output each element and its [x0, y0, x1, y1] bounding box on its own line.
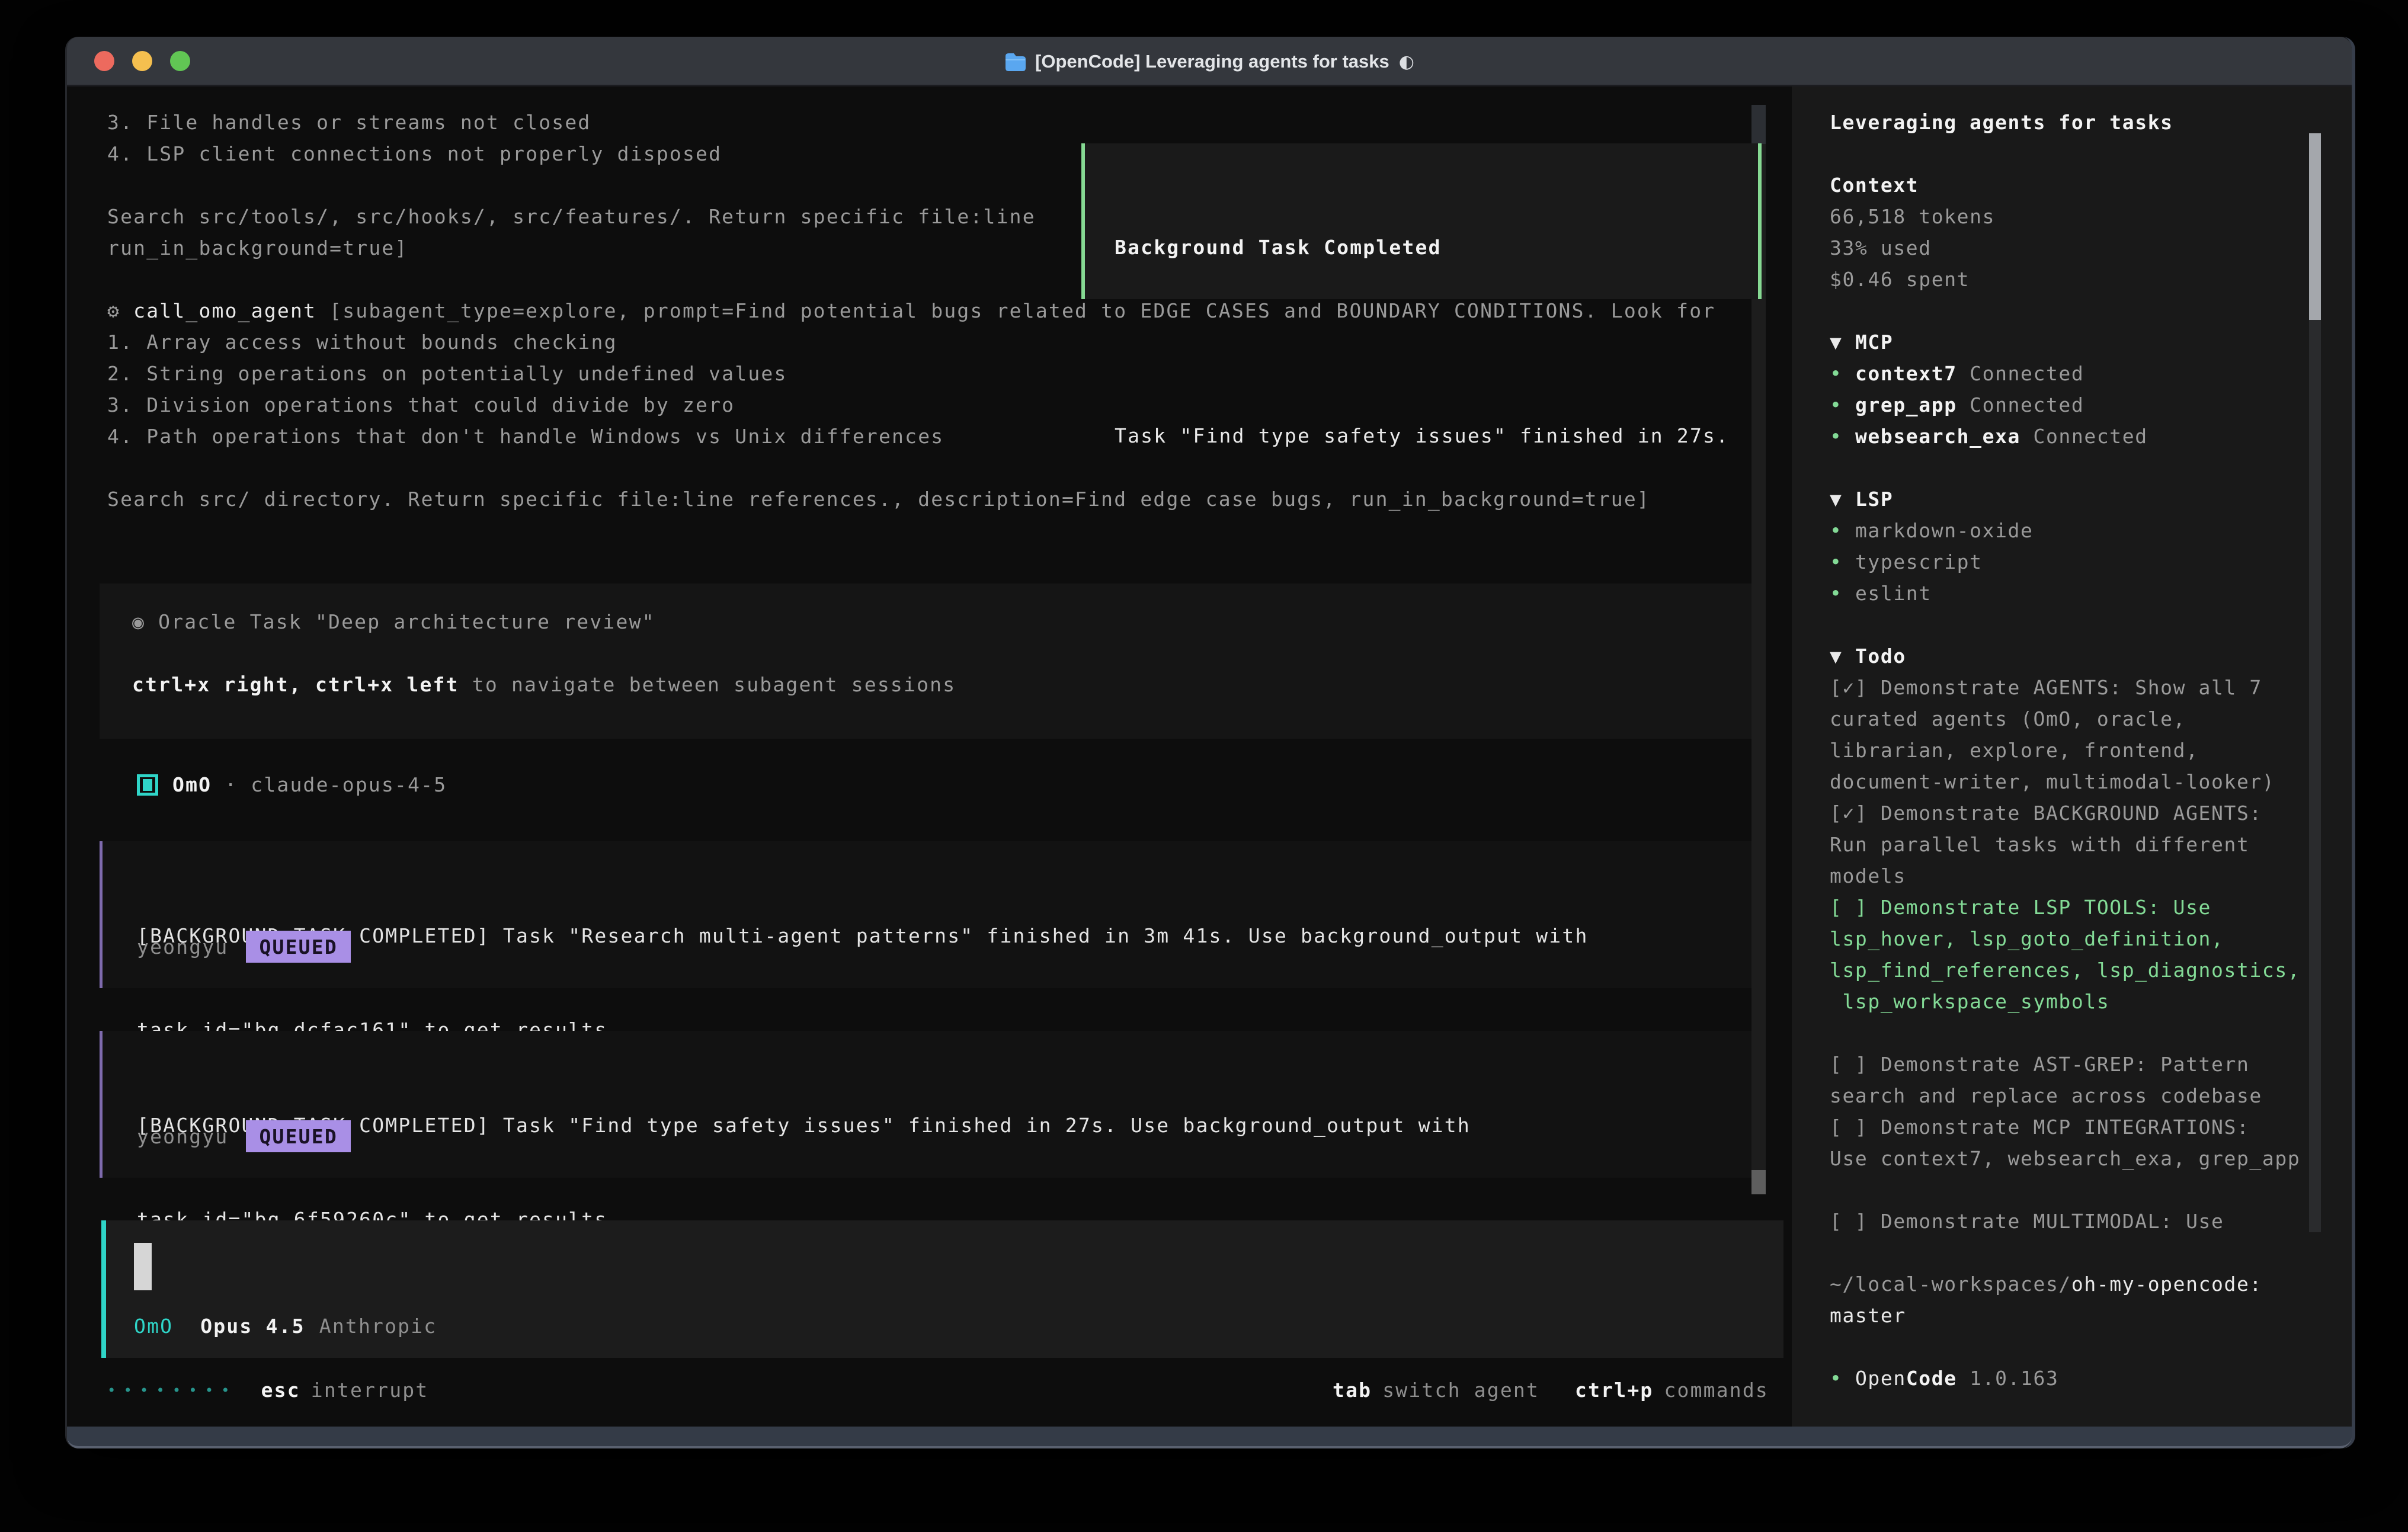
text-cursor [134, 1243, 152, 1290]
text-line: lsp_workspace_symbols [1830, 986, 2300, 1017]
text-line: Run parallel tasks with different [1830, 829, 2300, 860]
text-line: master [1830, 1300, 2300, 1331]
main-pane: 3. File handles or streams not closed4. … [67, 86, 1785, 1427]
text-line [1830, 138, 2300, 169]
text-line [1830, 295, 2300, 326]
text-line: • typescript [1830, 546, 2300, 578]
status-bar-right: tab switch agent ctrl+p commands [1333, 1379, 1769, 1402]
window-title: [OpenCode] Leveraging agents for tasks ◐ [67, 37, 2352, 86]
text-line: ~/local-workspaces/oh-my-opencode: [1830, 1268, 2300, 1300]
text-line [1830, 1331, 2300, 1363]
esc-key-label: interrupt [311, 1379, 429, 1402]
message-user: yeongyu [137, 1125, 228, 1148]
text-line: 33% used [1830, 232, 2300, 264]
background-task-notification: Background Task Completed Task "Find typ… [1081, 143, 1762, 299]
window-bottom-edge [67, 1427, 2352, 1448]
window-title-text: [OpenCode] Leveraging agents for tasks [1035, 51, 1389, 72]
spinner-dots: •••••••• [107, 1382, 238, 1399]
notification-title: Background Task Completed [1115, 232, 1729, 263]
input-model-provider: Anthropic [319, 1315, 437, 1338]
input-agent-name: OmO [134, 1315, 173, 1338]
queued-status-badge: QUEUED [246, 931, 350, 963]
tab-key-hint: tab [1333, 1379, 1372, 1402]
text-line [1830, 609, 2300, 640]
message-meta: yeongyu QUEUED [137, 1120, 351, 1153]
input-model-name: Opus 4.5 [200, 1315, 305, 1338]
text-line: lsp_find_references, lsp_diagnostics, [1830, 954, 2300, 986]
queued-status-badge: QUEUED [246, 1120, 350, 1152]
text-line: ◉ Oracle Task "Deep architecture review" [132, 606, 956, 637]
text-line [1830, 1174, 2300, 1206]
text-line: [ ] Demonstrate MULTIMODAL: Use [1830, 1206, 2300, 1237]
text-line: search and replace across codebase [1830, 1080, 2300, 1111]
ctrlp-key-label: commands [1664, 1379, 1769, 1402]
text-line: • websearch_exa Connected [1830, 421, 2300, 452]
sidebar: Leveraging agents for tasks Context66,51… [1792, 86, 2352, 1427]
text-line: [ ] Demonstrate LSP TOOLS: Use [1830, 892, 2300, 923]
text-line: 66,518 tokens [1830, 201, 2300, 232]
text-line: curated agents (OmO, oracle, [1830, 703, 2300, 735]
titlebar: [OpenCode] Leveraging agents for tasks ◐ [67, 37, 2352, 86]
text-line: Leveraging agents for tasks [1830, 107, 2300, 138]
main-scrollbar-top-segment[interactable] [1751, 105, 1766, 144]
text-line [1830, 1017, 2300, 1049]
text-line: lsp_hover, lsp_goto_definition, [1830, 923, 2300, 954]
oracle-task-text: ◉ Oracle Task "Deep architecture review"… [132, 606, 956, 700]
window-content: 3. File handles or streams not closed4. … [67, 86, 2352, 1427]
text-line [132, 637, 956, 669]
message-meta: yeongyu QUEUED [137, 930, 351, 963]
screenshot-root: [OpenCode] Leveraging agents for tasks ◐… [0, 0, 2408, 1532]
ctrlp-key-hint: ctrl+p [1575, 1379, 1653, 1402]
status-bar: •••••••• esc interrupt tab switch agent … [67, 1374, 1785, 1406]
text-line: document-writer, multimodal-looker) [1830, 766, 2300, 797]
text-line: Context [1830, 169, 2300, 201]
text-line: ctrl+x right, ctrl+x left to navigate be… [132, 669, 956, 700]
text-line: $0.46 spent [1830, 264, 2300, 295]
text-line: [ ] Demonstrate MCP INTEGRATIONS: [1830, 1111, 2300, 1143]
text-line [1830, 452, 2300, 483]
text-line [1830, 1237, 2300, 1268]
text-line: librarian, explore, frontend, [1830, 735, 2300, 766]
text-line: ▼ MCP [1830, 326, 2300, 358]
folder-icon [1004, 52, 1026, 71]
text-line: • context7 Connected [1830, 358, 2300, 389]
text-line: • markdown-oxide [1830, 515, 2300, 546]
esc-key-hint: esc [261, 1379, 300, 1402]
text-line: Use context7, websearch_exa, grep_app [1830, 1143, 2300, 1174]
agent-header-line: OmO · claude-opus-4-5 [137, 769, 447, 800]
text-line: ▼ LSP [1830, 483, 2300, 515]
text-line: • grep_app Connected [1830, 389, 2300, 421]
text-line: • eslint [1830, 578, 2300, 609]
background-task-message: [BACKGROUND TASK COMPLETED] Task "Find t… [100, 1031, 1766, 1178]
main-scrollbar-track[interactable] [1751, 144, 1766, 1194]
message-user: yeongyu [137, 935, 228, 959]
tab-key-label: switch agent [1382, 1379, 1539, 1402]
terminal-window: [OpenCode] Leveraging agents for tasks ◐… [65, 37, 2355, 1448]
agent-separator: · [225, 773, 238, 796]
text-line: ▼ Todo [1830, 640, 2300, 672]
sidebar-scrollbar-thumb[interactable] [2309, 133, 2321, 320]
text-line: 3. File handles or streams not closed [107, 107, 1715, 138]
text-line: models [1830, 860, 2300, 892]
oracle-task-box: ◉ Oracle Task "Deep architecture review"… [100, 584, 1766, 739]
prompt-input[interactable]: OmO Opus 4.5 Anthropic [101, 1220, 1783, 1358]
notification-body: Task "Find type safety issues" finished … [1115, 420, 1729, 451]
model-row: OmO Opus 4.5 Anthropic [134, 1310, 437, 1342]
background-task-message: [BACKGROUND TASK COMPLETED] Task "Resear… [100, 841, 1766, 988]
session-state-icon: ◐ [1399, 52, 1414, 72]
text-line: [✓] Demonstrate AGENTS: Show all 7 [1830, 672, 2300, 703]
text-line: [✓] Demonstrate BACKGROUND AGENTS: [1830, 797, 2300, 829]
sidebar-content: Leveraging agents for tasks Context66,51… [1830, 107, 2300, 1394]
text-line: [ ] Demonstrate AST-GREP: Pattern [1830, 1049, 2300, 1080]
message-line-1: [BACKGROUND TASK COMPLETED] Task "Resear… [137, 920, 1589, 951]
agent-model: claude-opus-4-5 [251, 773, 447, 796]
notification-spacer [1115, 326, 1729, 357]
agent-name: OmO [172, 773, 212, 796]
main-scrollbar-thumb[interactable] [1751, 1170, 1766, 1194]
omo-agent-icon [137, 774, 158, 796]
text-line: • OpenCode 1.0.163 [1830, 1363, 2300, 1394]
